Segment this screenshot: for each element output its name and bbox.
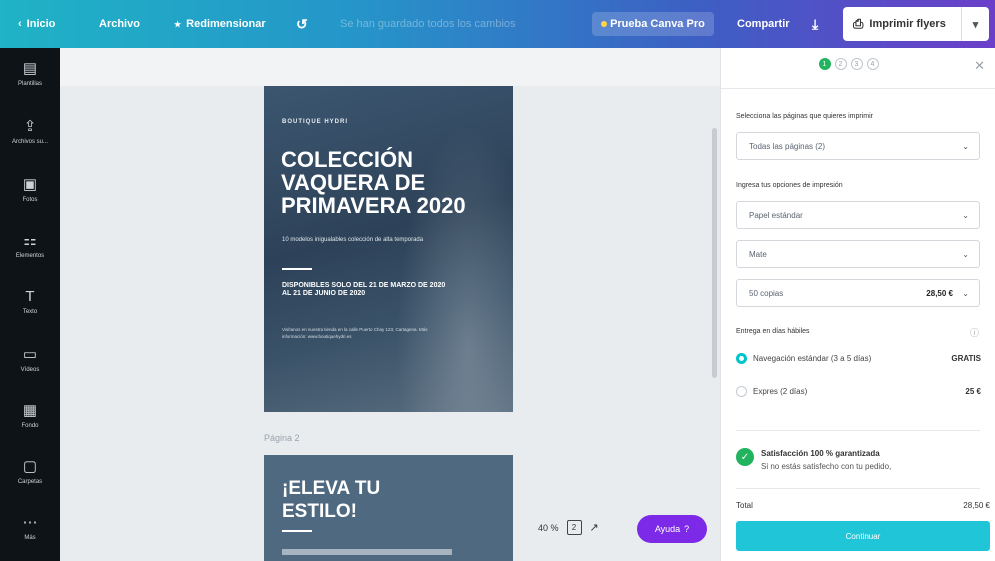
- sidebar-item-background[interactable]: ▦ Fondo: [0, 402, 60, 429]
- background-icon: ▦: [22, 402, 38, 419]
- top-toolbar: ‹ Inicio Archivo ★ Redimensionar ↺ Se ha…: [0, 0, 995, 48]
- page2-text-block[interactable]: [282, 549, 452, 555]
- page1-small-text[interactable]: Visítanos en nuestra tienda en la calle …: [282, 326, 442, 340]
- resize-button[interactable]: ★ Redimensionar: [174, 0, 266, 48]
- upload-icon: ⇪: [23, 118, 37, 135]
- download-icon[interactable]: ⤓: [812, 0, 818, 48]
- step-1: 1: [818, 58, 831, 70]
- paper-select[interactable]: Papel estándar ⌄: [736, 201, 980, 229]
- sidebar-item-templates[interactable]: ▤ Plantillas: [0, 60, 60, 87]
- question-icon: ?: [684, 524, 690, 534]
- chevron-down-icon: ⌄: [962, 141, 969, 151]
- videos-icon: ▭: [22, 346, 38, 363]
- home-label: Inicio: [26, 18, 56, 30]
- page1-brand[interactable]: BOUTIQUE HYDRI: [282, 119, 348, 125]
- chevron-down-icon: ⌄: [962, 288, 969, 298]
- sidebar-item-videos[interactable]: ▭ Vídeos: [0, 346, 60, 373]
- finish-select[interactable]: Mate ⌄: [736, 240, 980, 268]
- shipping-option-express[interactable]: Expres (2 días) 25 €: [736, 383, 986, 399]
- page1-divider[interactable]: [282, 268, 312, 270]
- design-page-2[interactable]: ¡ELEVA TU ESTILO!: [264, 455, 513, 561]
- chevron-left-icon: ‹: [18, 18, 22, 30]
- try-pro-button[interactable]: Prueba Canva Pro: [592, 0, 714, 48]
- sidebar-item-photos[interactable]: ▣ Fotos: [0, 176, 60, 203]
- sidebar-item-folders[interactable]: ▢ Carpetas: [0, 458, 60, 485]
- step-3: 3: [850, 58, 863, 70]
- canvas-toolbar: [60, 48, 720, 86]
- page2-divider[interactable]: [282, 530, 312, 532]
- pro-dot-icon: [601, 21, 607, 27]
- shipping-option-standard[interactable]: Navegación estándar (3 a 5 días) GRATIS: [736, 350, 986, 366]
- sidebar-item-text[interactable]: T Texto: [0, 288, 60, 315]
- page-count-icon[interactable]: 2: [566, 520, 582, 535]
- zoom-controls: 40 % 2 ↗: [538, 520, 599, 535]
- print-options-label: Ingresa tus opciones de impresión: [736, 182, 843, 189]
- panel-divider: [736, 488, 980, 489]
- zoom-level[interactable]: 40 %: [538, 523, 559, 533]
- sidebar-item-more[interactable]: ⋯ Más: [0, 514, 60, 541]
- total-row: Total 28,50 €: [736, 501, 990, 510]
- chevron-down-icon[interactable]: ▾: [961, 7, 989, 41]
- page-2-label: Página 2: [264, 433, 300, 443]
- folder-icon: ▢: [22, 458, 38, 475]
- page1-availability[interactable]: DISPONIBLES SOLO DEL 21 DE MARZO DE 2020…: [282, 282, 452, 298]
- photo-background: [384, 86, 513, 412]
- print-panel: 1 2 3 4 ✕ Selecciona las páginas que qui…: [720, 48, 995, 561]
- radio-unselected[interactable]: [736, 385, 747, 397]
- total-value: 28,50 €: [963, 501, 990, 510]
- step-4: 4: [866, 58, 879, 70]
- save-status: Se han guardado todos los cambios: [340, 18, 516, 30]
- page1-title[interactable]: COLECCIÓN VAQUERA DE PRIMAVERA 2020: [281, 148, 503, 217]
- info-icon[interactable]: ⓘ: [970, 326, 979, 339]
- elements-icon: ⚏: [23, 232, 37, 249]
- help-button[interactable]: Ayuda ?: [637, 515, 707, 543]
- copies-price: 28,50 €: [926, 288, 953, 298]
- file-label: Archivo: [99, 18, 140, 30]
- close-icon[interactable]: ✕: [974, 58, 985, 74]
- text-icon: T: [25, 288, 35, 305]
- templates-icon: ▤: [22, 60, 38, 77]
- undo-icon[interactable]: ↺: [296, 0, 308, 48]
- resize-label: Redimensionar: [186, 18, 266, 30]
- more-icon: ⋯: [22, 514, 38, 531]
- fullscreen-icon[interactable]: ↗: [590, 521, 599, 534]
- page2-title[interactable]: ¡ELEVA TU ESTILO!: [282, 477, 432, 523]
- panel-divider: [736, 430, 980, 431]
- continue-button[interactable]: Continuar: [736, 521, 990, 551]
- design-canvas: BOUTIQUE HYDRI COLECCIÓN VAQUERA DE PRIM…: [60, 48, 720, 561]
- delivery-label: Entrega en días hábiles: [736, 328, 810, 335]
- share-button[interactable]: Compartir: [737, 0, 790, 48]
- panel-divider: [721, 88, 995, 89]
- select-pages-label: Selecciona las páginas que quieres impri…: [736, 113, 873, 120]
- home-button[interactable]: ‹ Inicio: [18, 0, 55, 48]
- chevron-down-icon: ⌄: [962, 210, 969, 220]
- left-sidebar: ▤ Plantillas ⇪ Archivos su... ▣ Fotos ⚏ …: [0, 48, 60, 561]
- crown-icon: ★: [174, 19, 182, 29]
- radio-selected[interactable]: [736, 352, 747, 364]
- page1-subtitle[interactable]: 10 modelos inigualables colección de alt…: [282, 236, 472, 244]
- copies-select[interactable]: 50 copias 28,50 € ⌄: [736, 279, 980, 307]
- design-page-1[interactable]: BOUTIQUE HYDRI COLECCIÓN VAQUERA DE PRIM…: [264, 86, 513, 412]
- pages-select[interactable]: Todas las páginas (2) ⌄: [736, 132, 980, 160]
- sidebar-item-elements[interactable]: ⚏ Elementos: [0, 232, 60, 259]
- step-indicator: 1 2 3 4: [721, 58, 995, 70]
- checkmark-icon: ✓: [736, 448, 754, 466]
- file-menu[interactable]: Archivo: [99, 0, 140, 48]
- photos-icon: ▣: [22, 176, 38, 193]
- canvas-scrollbar[interactable]: [712, 128, 717, 378]
- sidebar-item-uploads[interactable]: ⇪ Archivos su...: [0, 118, 60, 145]
- print-flyers-button[interactable]: ⎙ Imprimir flyers ▾: [843, 7, 989, 41]
- step-2: 2: [834, 58, 847, 70]
- printer-icon: ⎙: [853, 16, 864, 31]
- chevron-down-icon: ⌄: [962, 249, 969, 259]
- satisfaction-guarantee: ✓ Satisfacción 100 % garantizada Si no e…: [736, 446, 986, 478]
